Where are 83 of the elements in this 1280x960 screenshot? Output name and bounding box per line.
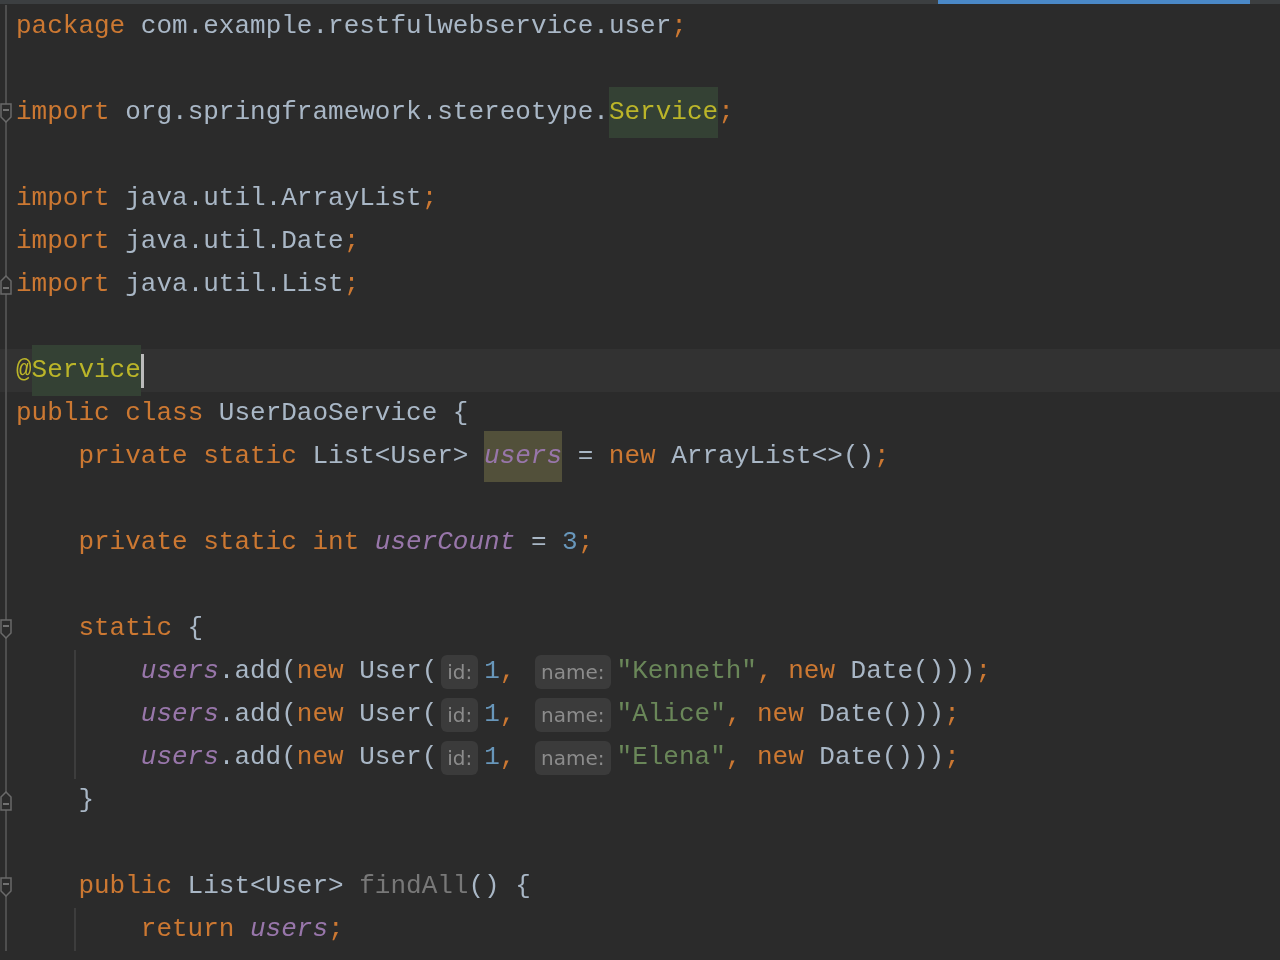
fold-start-icon[interactable] [0, 877, 12, 897]
keyword: ; [874, 440, 890, 473]
fold-start-icon[interactable] [0, 619, 12, 639]
field-name: users [250, 913, 329, 946]
number-literal: 1 [484, 741, 500, 774]
keyword: package [16, 10, 126, 43]
code-text: User( [359, 698, 438, 731]
keyword: ; [671, 10, 687, 43]
code-text: = [577, 440, 594, 473]
keyword: , [499, 655, 516, 688]
string-literal: "Alice" [616, 698, 726, 731]
code-text: .add( [218, 698, 297, 731]
keyword: private static int [78, 526, 360, 559]
annotation: Service [608, 87, 719, 138]
keyword: new [296, 698, 344, 731]
code-text: UserDaoService { [218, 397, 469, 430]
keyword: public class [16, 397, 204, 430]
keyword: ; [944, 698, 960, 731]
code-text: List<User> [187, 870, 344, 903]
parameter-hint: id: [441, 697, 479, 732]
keyword: import [16, 268, 110, 301]
field-name: userCount [374, 526, 516, 559]
code-text: java.util.ArrayList [125, 182, 422, 215]
fold-end-icon[interactable] [0, 791, 12, 811]
number-literal: 1 [484, 655, 500, 688]
string-literal: "Elena" [616, 741, 726, 774]
parameter-hint: name: [535, 697, 611, 732]
keyword: ; [328, 913, 344, 946]
parameter-hint: id: [441, 740, 479, 775]
code-text: .add( [218, 741, 297, 774]
code-text: Date())) [819, 741, 945, 774]
keyword: new [296, 655, 344, 688]
code-text: java.util.Date [125, 225, 344, 258]
parameter-hint: name: [535, 740, 611, 775]
keyword: new [608, 440, 656, 473]
code-text: ArrayList<>() [671, 440, 875, 473]
keyword: ; [944, 741, 960, 774]
code-text: Date())) [850, 655, 976, 688]
keyword: import [16, 96, 110, 129]
keyword: , new [725, 741, 804, 774]
keyword: ; [343, 268, 360, 301]
field-name: users [140, 698, 219, 731]
code-text: java.util.List [125, 268, 344, 301]
number-literal: 3 [562, 526, 578, 559]
code-text: List<User> [312, 440, 469, 473]
keyword: , [499, 698, 516, 731]
field-name: users [140, 655, 219, 688]
annotation: @ [16, 354, 32, 387]
keyword: ; [577, 526, 594, 559]
keyword: import [16, 225, 110, 258]
keyword: ; [343, 225, 360, 258]
parameter-hint: name: [535, 654, 611, 689]
keyword: static [78, 612, 172, 645]
keyword: new [296, 741, 344, 774]
keyword: , [499, 741, 516, 774]
keyword: return [140, 913, 235, 946]
keyword: private static [78, 440, 297, 473]
code-text: } [78, 784, 94, 817]
code-text: () { [468, 870, 531, 903]
fold-start-icon[interactable] [0, 103, 12, 123]
string-literal: "Kenneth" [616, 655, 757, 688]
keyword: , new [756, 655, 835, 688]
fold-end-icon[interactable] [0, 275, 12, 295]
code-text: User( [359, 655, 438, 688]
method-name: findAll [359, 870, 469, 903]
code-text: .add( [218, 655, 297, 688]
code-text: org.springframework.stereotype. [125, 96, 609, 129]
number-literal: 1 [484, 698, 500, 731]
field-name: users [140, 741, 219, 774]
code-text: Date())) [819, 698, 945, 731]
keyword: , new [725, 698, 804, 731]
keyword: public [78, 870, 172, 903]
keyword: ; [975, 655, 991, 688]
field-name: users [484, 431, 563, 482]
parameter-hint: id: [441, 654, 479, 689]
keyword: ; [718, 96, 734, 129]
code-text: User( [359, 741, 438, 774]
keyword: import [16, 182, 110, 215]
code-text: com.example.restfulwebservice.user [140, 10, 672, 43]
annotation: Service [31, 345, 141, 396]
code-text: { [187, 612, 204, 645]
keyword: ; [421, 182, 438, 215]
code-text: = [530, 526, 547, 559]
